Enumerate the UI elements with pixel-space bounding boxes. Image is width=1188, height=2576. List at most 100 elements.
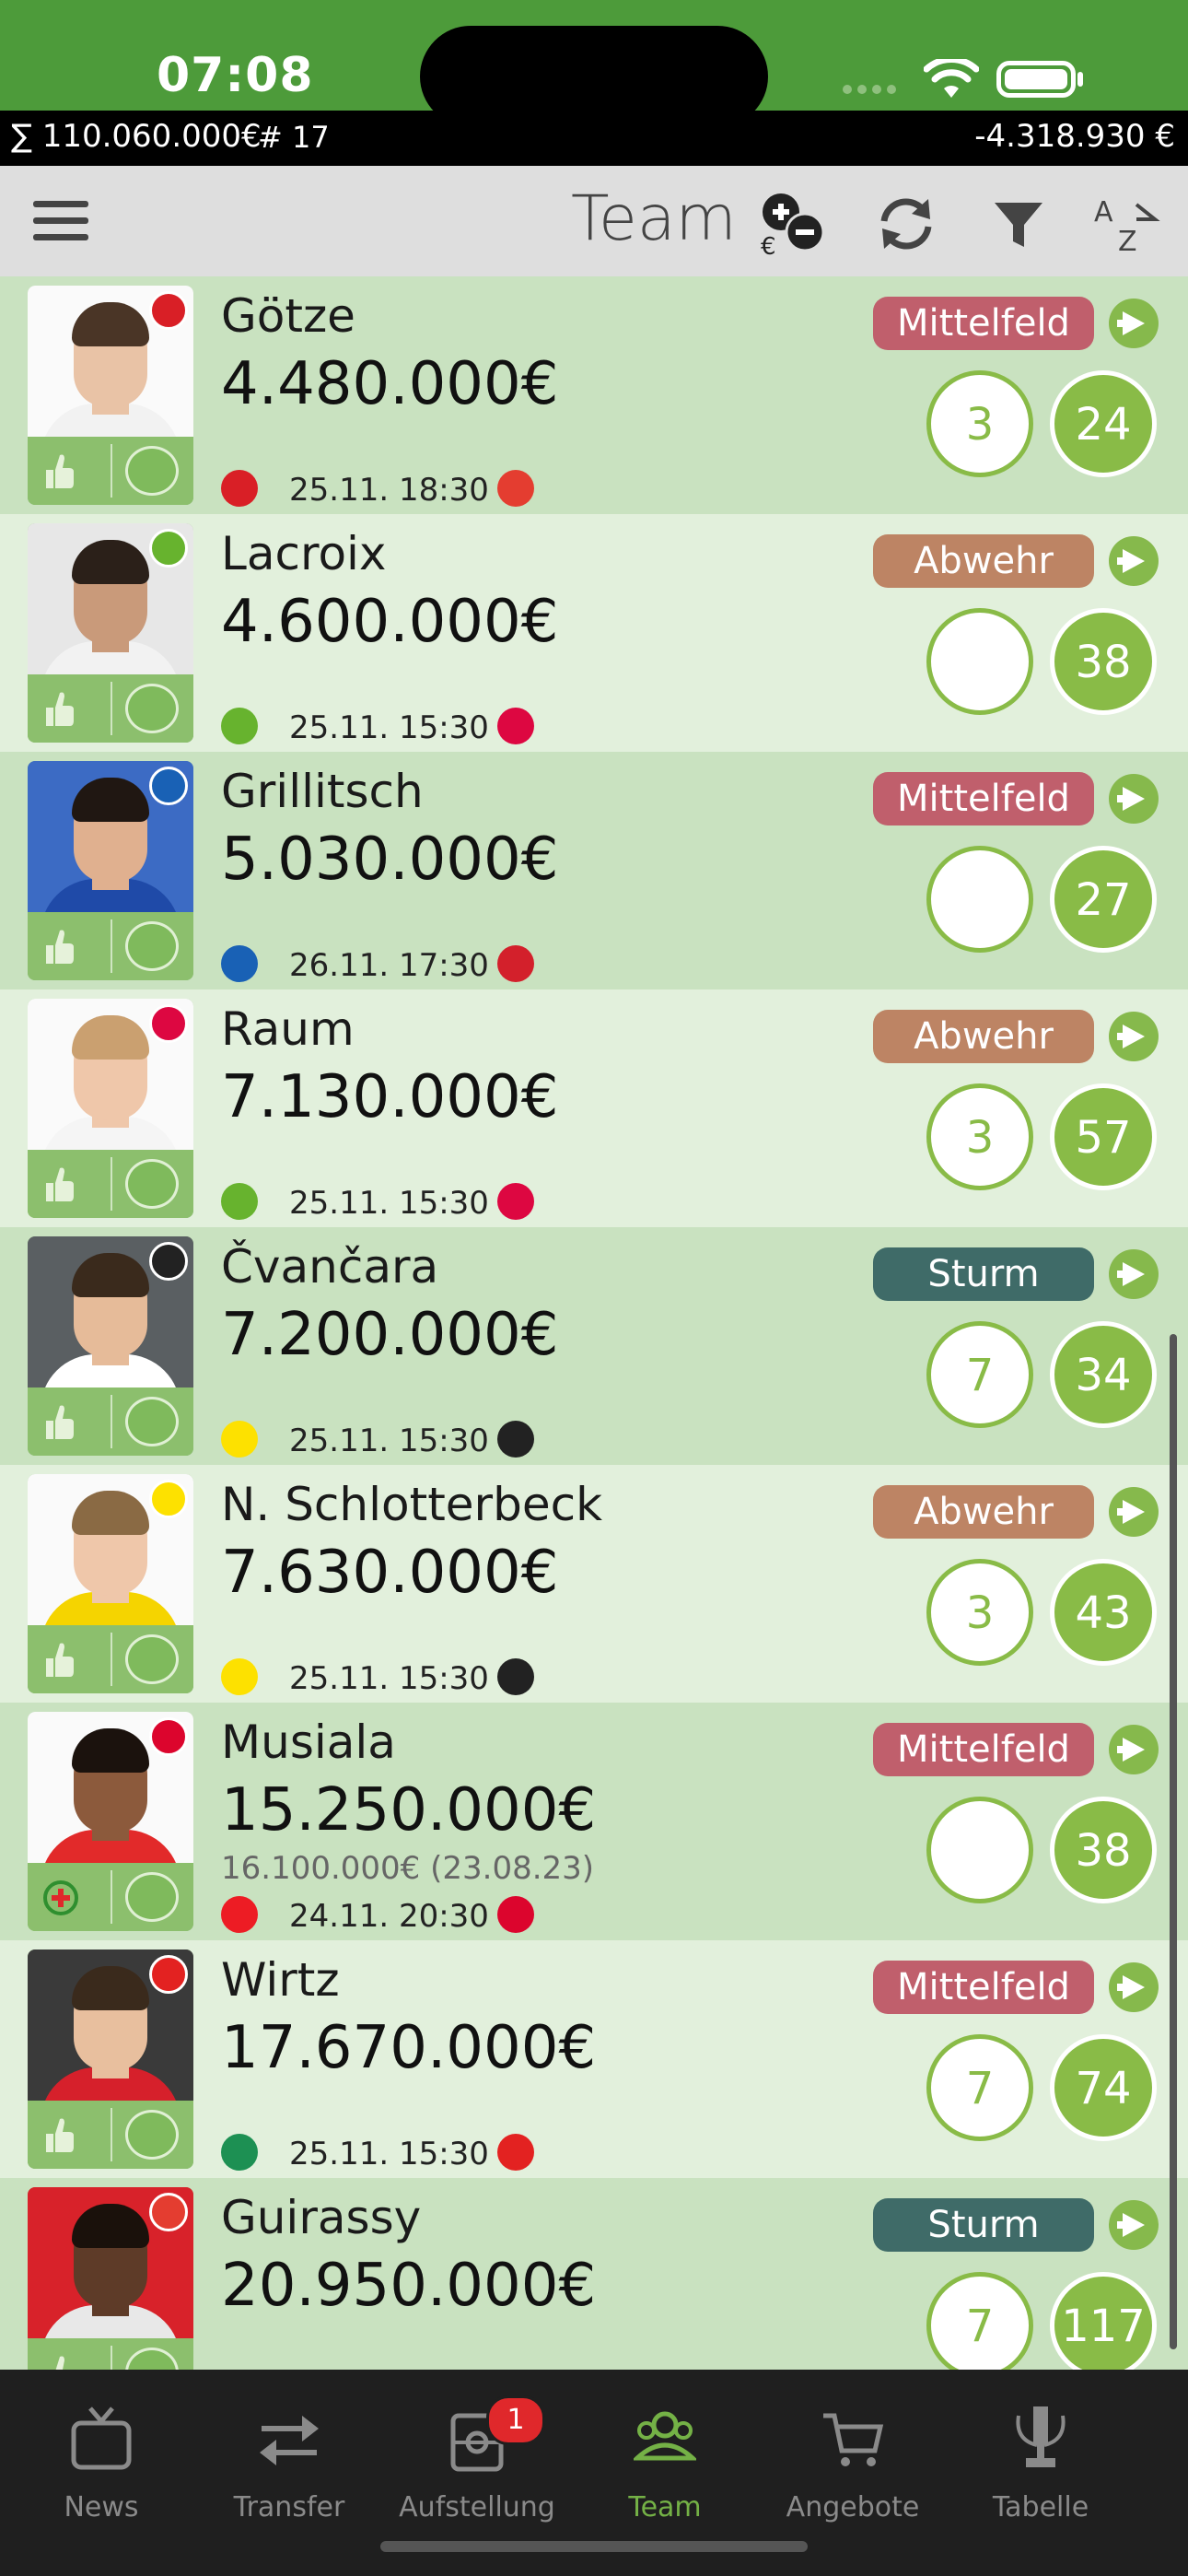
match-time: 25.11. 15:30 — [289, 1185, 489, 1222]
svg-text:A: A — [1094, 196, 1113, 228]
substitute-plus-icon[interactable] — [41, 1878, 81, 1918]
player-row[interactable]: Wirtz 17.670.000€ 25.11. 15:30 Mittelfel… — [0, 1940, 1188, 2178]
player-actions — [28, 1625, 193, 1693]
position-badge: Abwehr — [873, 1485, 1094, 1539]
arrow-right-icon[interactable] — [1109, 1249, 1159, 1299]
player-name: Wirtz — [221, 1953, 340, 2007]
points-total-circle: 27 — [1050, 846, 1157, 953]
player-count: # 17 — [258, 120, 330, 155]
arrow-right-icon[interactable] — [1109, 2200, 1159, 2250]
player-row[interactable]: Čvančara 7.200.000€ 25.11. 15:30 Sturm 7… — [0, 1227, 1188, 1465]
tab-label: Team — [628, 2491, 702, 2523]
thumbs-up-icon[interactable] — [41, 1640, 77, 1680]
hamburger-menu-icon[interactable] — [33, 201, 88, 243]
player-row[interactable]: Götze 4.480.000€ 25.11. 18:30 Mittelfeld… — [0, 276, 1188, 514]
player-portrait — [28, 523, 193, 697]
player-row[interactable]: Guirassy 20.950.000€ Sturm 7 117 — [0, 2178, 1188, 2370]
club-logo-icon — [149, 767, 188, 805]
toolbar: Team € A Z — [0, 166, 1188, 276]
arrow-right-icon[interactable] — [1109, 774, 1159, 824]
player-portrait — [28, 1236, 193, 1410]
player-actions — [28, 674, 193, 743]
player-photo[interactable] — [28, 523, 193, 743]
pitch-lineup-icon[interactable] — [125, 684, 179, 733]
pitch-lineup-icon[interactable] — [125, 446, 179, 496]
market-value: 7.200.000€ — [221, 1301, 559, 1369]
away-team-logo-icon — [497, 470, 534, 507]
tab-label: News — [64, 2491, 139, 2523]
thumbs-up-icon[interactable] — [41, 1165, 77, 1205]
thumbs-up-icon[interactable] — [41, 1402, 77, 1443]
tab-label: Aufstellung — [399, 2491, 555, 2523]
home-team-logo-icon — [221, 1183, 258, 1220]
pitch-lineup-icon[interactable] — [125, 2348, 179, 2370]
filter-icon[interactable] — [984, 192, 1054, 256]
player-row[interactable]: N. Schlotterbeck 7.630.000€ 25.11. 15:30… — [0, 1465, 1188, 1703]
player-portrait — [28, 2187, 193, 2360]
player-photo[interactable] — [28, 1236, 193, 1456]
home-team-logo-icon — [221, 1658, 258, 1695]
player-photo[interactable] — [28, 999, 193, 1218]
tab-news[interactable]: News — [9, 2390, 193, 2528]
next-match: 25.11. 18:30 — [221, 470, 553, 509]
player-list[interactable]: Götze 4.480.000€ 25.11. 18:30 Mittelfeld… — [0, 276, 1188, 2370]
points-total-circle: 38 — [1050, 608, 1157, 715]
arrow-right-icon[interactable] — [1109, 1962, 1159, 2012]
player-photo[interactable] — [28, 286, 193, 505]
arrow-right-icon[interactable] — [1109, 1725, 1159, 1774]
tab-aufstellung[interactable]: 1 Aufstellung — [385, 2390, 569, 2528]
next-match: 24.11. 20:30 — [221, 1896, 553, 1935]
points-small-circle: 7 — [926, 1321, 1033, 1428]
player-actions — [28, 1863, 193, 1931]
player-photo[interactable] — [28, 1950, 193, 2169]
home-team-logo-icon — [221, 1896, 258, 1933]
player-row[interactable]: Lacroix 4.600.000€ 25.11. 15:30 Abwehr 3… — [0, 514, 1188, 752]
transfer-arrows-icon — [260, 2416, 319, 2465]
arrow-right-icon[interactable] — [1109, 536, 1159, 586]
pitch-lineup-icon[interactable] — [125, 1397, 179, 1446]
tab-label: Tabelle — [992, 2491, 1089, 2523]
budget-summary-bar: ∑ 110.060.000€ # 17 -4.318.930 € — [0, 111, 1188, 166]
arrow-right-icon[interactable] — [1109, 1012, 1159, 1061]
sort-az-icon[interactable]: A Z — [1090, 192, 1160, 256]
player-photo[interactable] — [28, 1474, 193, 1693]
scrollbar[interactable] — [1170, 1334, 1177, 2349]
club-logo-icon — [149, 2193, 188, 2231]
tab-transfer[interactable]: Transfer — [197, 2390, 381, 2528]
pitch-lineup-icon[interactable] — [125, 1159, 179, 1209]
away-team-logo-icon — [497, 945, 534, 982]
money-plus-minus-icon[interactable]: € — [757, 192, 827, 256]
player-name: Götze — [221, 289, 355, 343]
market-value: 5.030.000€ — [221, 825, 559, 894]
thumbs-up-icon[interactable] — [41, 2115, 77, 2156]
arrow-right-icon[interactable] — [1109, 299, 1159, 348]
player-photo[interactable] — [28, 1712, 193, 1931]
player-name: Guirassy — [221, 2191, 422, 2244]
thumbs-up-icon[interactable] — [41, 689, 77, 730]
tab-angebote[interactable]: Angebote — [761, 2390, 945, 2528]
refresh-icon[interactable] — [871, 192, 941, 256]
player-row[interactable]: Musiala 15.250.000€ 16.100.000€ (23.08.2… — [0, 1703, 1188, 1940]
player-row[interactable]: Grillitsch 5.030.000€ 26.11. 17:30 Mitte… — [0, 752, 1188, 989]
market-value: 7.130.000€ — [221, 1063, 559, 1131]
player-actions — [28, 2338, 193, 2370]
tab-team[interactable]: Team — [573, 2390, 757, 2528]
arrow-right-icon[interactable] — [1109, 1487, 1159, 1537]
player-photo[interactable] — [28, 2187, 193, 2370]
home-team-logo-icon — [221, 470, 258, 507]
thumbs-up-icon[interactable] — [41, 2353, 77, 2370]
player-name: Lacroix — [221, 527, 387, 580]
club-logo-icon — [149, 529, 188, 568]
player-row[interactable]: Raum 7.130.000€ 25.11. 15:30 Abwehr 3 57 — [0, 989, 1188, 1227]
thumbs-up-icon[interactable] — [41, 451, 77, 492]
club-logo-icon — [149, 1717, 188, 1756]
away-team-logo-icon — [497, 2134, 534, 2171]
pitch-lineup-icon[interactable] — [125, 1634, 179, 1684]
player-photo[interactable] — [28, 761, 193, 980]
pitch-lineup-icon[interactable] — [125, 2110, 179, 2160]
pitch-lineup-icon[interactable] — [125, 1872, 179, 1922]
tab-tabelle[interactable]: Tabelle — [949, 2390, 1133, 2528]
match-time: 25.11. 15:30 — [289, 1660, 489, 1697]
pitch-lineup-icon[interactable] — [125, 921, 179, 971]
thumbs-up-icon[interactable] — [41, 927, 77, 967]
